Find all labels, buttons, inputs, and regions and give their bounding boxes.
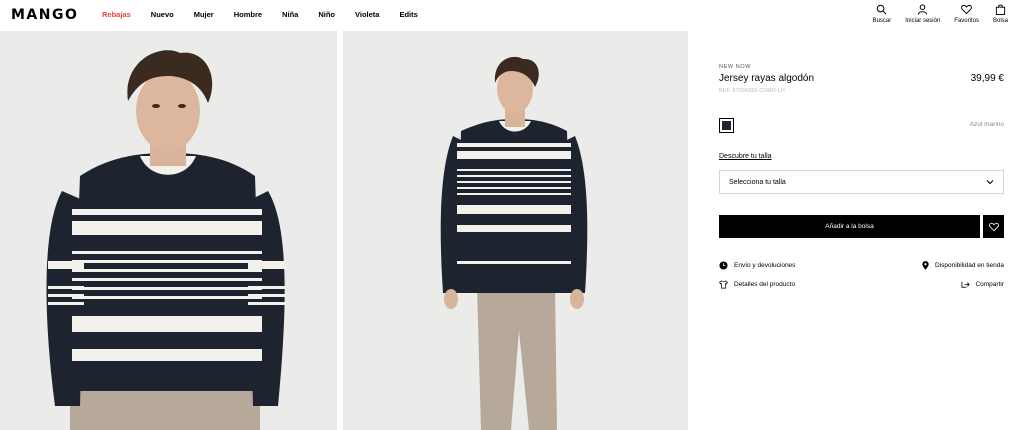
nav-item-nino[interactable]: Niño	[318, 10, 335, 19]
product-image-fullbody[interactable]	[343, 31, 688, 430]
nav-item-violeta[interactable]: Violeta	[355, 10, 379, 19]
chevron-down-icon	[986, 180, 994, 185]
store-availability-label: Disponibilidad en tienda	[934, 262, 1004, 269]
bag-icon	[995, 4, 1006, 15]
login-label: Iniciar sesión	[905, 18, 941, 24]
bag-label: Bolsa	[992, 18, 1008, 24]
product-price: 39,99 €	[970, 73, 1004, 84]
size-guide-link[interactable]: Descubre tu talla	[719, 153, 772, 160]
nav-item-nuevo[interactable]: Nuevo	[151, 10, 174, 19]
bag-button[interactable]: Bolsa	[993, 4, 1008, 24]
product-image-closeup[interactable]	[0, 31, 337, 430]
heart-icon	[961, 4, 972, 15]
main-nav: Rebajas Nuevo Mujer Hombre Niña Niño Vio…	[102, 10, 438, 19]
store-availability-link[interactable]: Disponibilidad en tienda	[921, 261, 1004, 270]
search-icon	[877, 4, 887, 15]
heart-icon	[988, 222, 999, 231]
nav-item-rebajas[interactable]: Rebajas	[102, 10, 131, 19]
add-to-bag-button[interactable]: Añadir a la bolsa	[719, 215, 980, 238]
shirt-icon	[719, 280, 728, 289]
mango-logo[interactable]: MANGO	[11, 7, 78, 23]
login-button[interactable]: Iniciar sesión	[905, 4, 940, 24]
nav-item-nina[interactable]: Niña	[282, 10, 298, 19]
shipping-returns-label: Envío y devoluciones	[734, 262, 796, 269]
shipping-returns-link[interactable]: Envío y devoluciones	[719, 261, 795, 270]
share-label: Compartir	[975, 281, 1004, 288]
model-closeup-illustration	[0, 31, 337, 430]
product-reference: REF. 67034382-COMO-LH	[719, 88, 786, 94]
add-to-favorites-button[interactable]	[983, 215, 1004, 238]
nav-item-edits[interactable]: Edits	[399, 10, 417, 19]
user-icon	[918, 4, 928, 15]
size-select-label: Selecciona tu talla	[729, 178, 786, 186]
search-label: Buscar	[872, 18, 892, 24]
product-details-link[interactable]: Detalles del producto	[719, 280, 795, 289]
color-name: Azul marino	[969, 121, 1004, 128]
search-button[interactable]: Buscar	[872, 4, 892, 24]
product-title: Jersey rayas algodón	[719, 73, 815, 84]
favorites-label: Favoritos	[954, 18, 979, 24]
new-now-tag: NEW NOW	[719, 64, 752, 70]
header: MANGO Rebajas Nuevo Mujer Hombre Niña Ni…	[0, 0, 1024, 30]
share-link[interactable]: Compartir	[961, 280, 1004, 289]
favorites-button[interactable]: Favoritos	[954, 4, 979, 24]
header-icons: Buscar Iniciar sesión Favoritos Bolsa	[859, 4, 1008, 24]
swatch-fill	[722, 121, 731, 130]
product-details-label: Detalles del producto	[734, 281, 796, 288]
model-fullbody-illustration	[343, 31, 688, 430]
clock-icon	[719, 261, 728, 270]
nav-item-mujer[interactable]: Mujer	[194, 10, 214, 19]
nav-item-hombre[interactable]: Hombre	[234, 10, 262, 19]
color-swatch-navy[interactable]	[719, 118, 734, 133]
location-pin-icon	[922, 261, 929, 270]
size-select[interactable]: Selecciona tu talla	[719, 170, 1004, 194]
share-icon	[961, 281, 971, 288]
